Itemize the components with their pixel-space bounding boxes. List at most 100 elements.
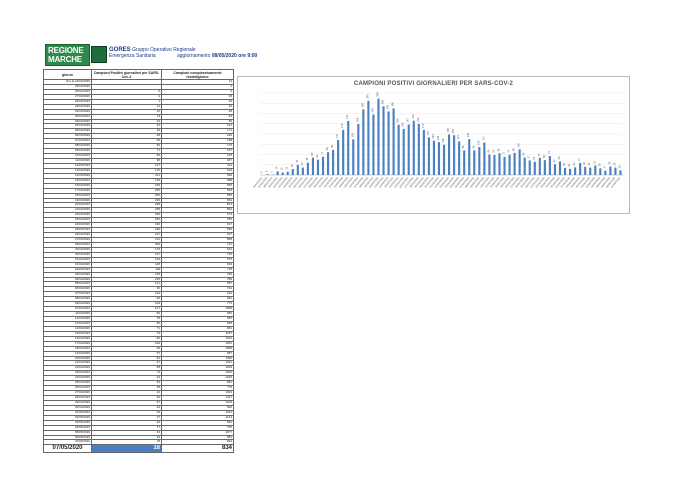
data-label: 85 — [496, 148, 500, 151]
bar — [417, 123, 420, 175]
bar — [528, 160, 531, 175]
bar — [579, 162, 582, 175]
update-info: aggiornamento 08/05/2020 ore 9:00 — [177, 53, 257, 59]
data-label: 13 — [285, 166, 289, 169]
bar — [337, 139, 340, 175]
data-label: 29 — [612, 162, 616, 165]
data-label: 57 — [527, 155, 531, 158]
bar — [518, 149, 521, 175]
bar — [533, 161, 536, 175]
bar — [563, 167, 567, 175]
bar — [382, 106, 385, 175]
bar — [342, 129, 345, 175]
data-label: 67 — [537, 152, 541, 155]
bar — [553, 164, 556, 175]
bar — [468, 139, 471, 175]
bar — [574, 167, 577, 175]
data-label: 10 — [280, 167, 284, 170]
group-line2: Emergenza Sanitaria — [109, 53, 156, 59]
data-label: 139 — [350, 132, 354, 137]
data-label: 1 — [270, 171, 274, 173]
data-label: 58 — [542, 155, 546, 158]
data-label: 131 — [456, 135, 460, 140]
data-label: 98 — [330, 144, 334, 147]
bar — [362, 109, 365, 175]
chart-title: CAMPIONI POSITIVI GIORNALIERI PER SARS-C… — [353, 81, 514, 87]
bar — [589, 167, 592, 175]
bar — [402, 128, 405, 175]
col-header-total: Campioni complessivamente testati/giorno — [161, 69, 234, 80]
data-label: 0 — [260, 171, 264, 173]
bar — [493, 155, 496, 175]
bar — [483, 142, 486, 175]
data-label: 80 — [486, 149, 490, 152]
bar — [321, 156, 325, 175]
bar — [407, 124, 410, 175]
positive-samples-chart: 0 26/02/2020 3 27/02/2020 1 28/02/2020 14 29/02… — [237, 76, 630, 214]
data-label: 42 — [552, 159, 556, 162]
data-label: 52 — [532, 156, 536, 159]
bar — [543, 160, 546, 175]
logo-line1: REGIONE — [48, 46, 84, 55]
table-header-row: giorno Campioni Positivi giornalieri per… — [43, 69, 234, 80]
bar — [473, 150, 476, 175]
data-label: 68 — [310, 152, 314, 155]
data-label: 3 — [265, 170, 269, 172]
data-label: 260 — [391, 101, 395, 106]
data-label: 199 — [355, 117, 359, 122]
footer-total: 834 — [161, 444, 234, 454]
data-label: 140 — [466, 132, 470, 137]
data-label: 47 — [577, 158, 581, 161]
bar — [357, 124, 360, 175]
bar — [569, 168, 572, 175]
data-label: 23 — [290, 164, 294, 167]
bar — [558, 161, 562, 175]
bar — [397, 124, 400, 175]
daily-samples-table: giorno Campioni Positivi giornalieri per… — [43, 69, 234, 454]
update-value: 08/05/2020 ore 9:00 — [211, 53, 258, 59]
data-label: 17 — [602, 165, 606, 168]
data-label: 134 — [431, 134, 435, 139]
bar — [437, 142, 441, 175]
data-label: 137 — [335, 133, 339, 138]
chart-svg: 026/02/2020327/02/2020128/02/20201429/02… — [252, 92, 623, 189]
bar — [448, 134, 451, 175]
footer-positive: 18 — [91, 444, 162, 454]
data-label: 200 — [416, 117, 420, 122]
data-label: 32 — [582, 161, 586, 164]
data-label: 180 — [401, 122, 405, 127]
data-label: 28 — [562, 162, 566, 165]
data-label: 211 — [345, 114, 349, 119]
table-footer-row: 07/05/2020 18 834 — [43, 444, 234, 454]
bar — [301, 167, 304, 175]
data-label: 26 — [597, 163, 601, 166]
data-label: 176 — [421, 123, 425, 128]
data-label: 29 — [587, 162, 591, 165]
data-label: 212 — [411, 114, 415, 119]
data-label: 89 — [325, 147, 329, 150]
data-label: 197 — [406, 118, 410, 123]
bar — [594, 165, 597, 175]
bar — [332, 149, 335, 175]
data-label: 100 — [517, 142, 521, 147]
logo-line2: MARCHE — [48, 55, 82, 64]
data-label: 118 — [441, 138, 445, 143]
update-label: aggiornamento — [177, 53, 211, 59]
data-label: 14 — [275, 166, 279, 169]
data-label: 68 — [522, 152, 526, 155]
bar — [266, 174, 269, 175]
bar — [458, 141, 461, 175]
data-label: 24 — [567, 163, 571, 166]
bar — [296, 164, 299, 175]
data-label: 71 — [502, 151, 506, 154]
bar — [584, 166, 587, 175]
bar — [286, 171, 289, 175]
bar — [488, 154, 491, 175]
data-label: 33 — [607, 161, 611, 164]
data-label: 256 — [360, 103, 364, 108]
data-label: 268 — [381, 99, 385, 104]
data-label: 30 — [572, 162, 576, 165]
bar — [347, 120, 350, 175]
bar — [352, 139, 355, 175]
data-label: 176 — [340, 123, 344, 128]
